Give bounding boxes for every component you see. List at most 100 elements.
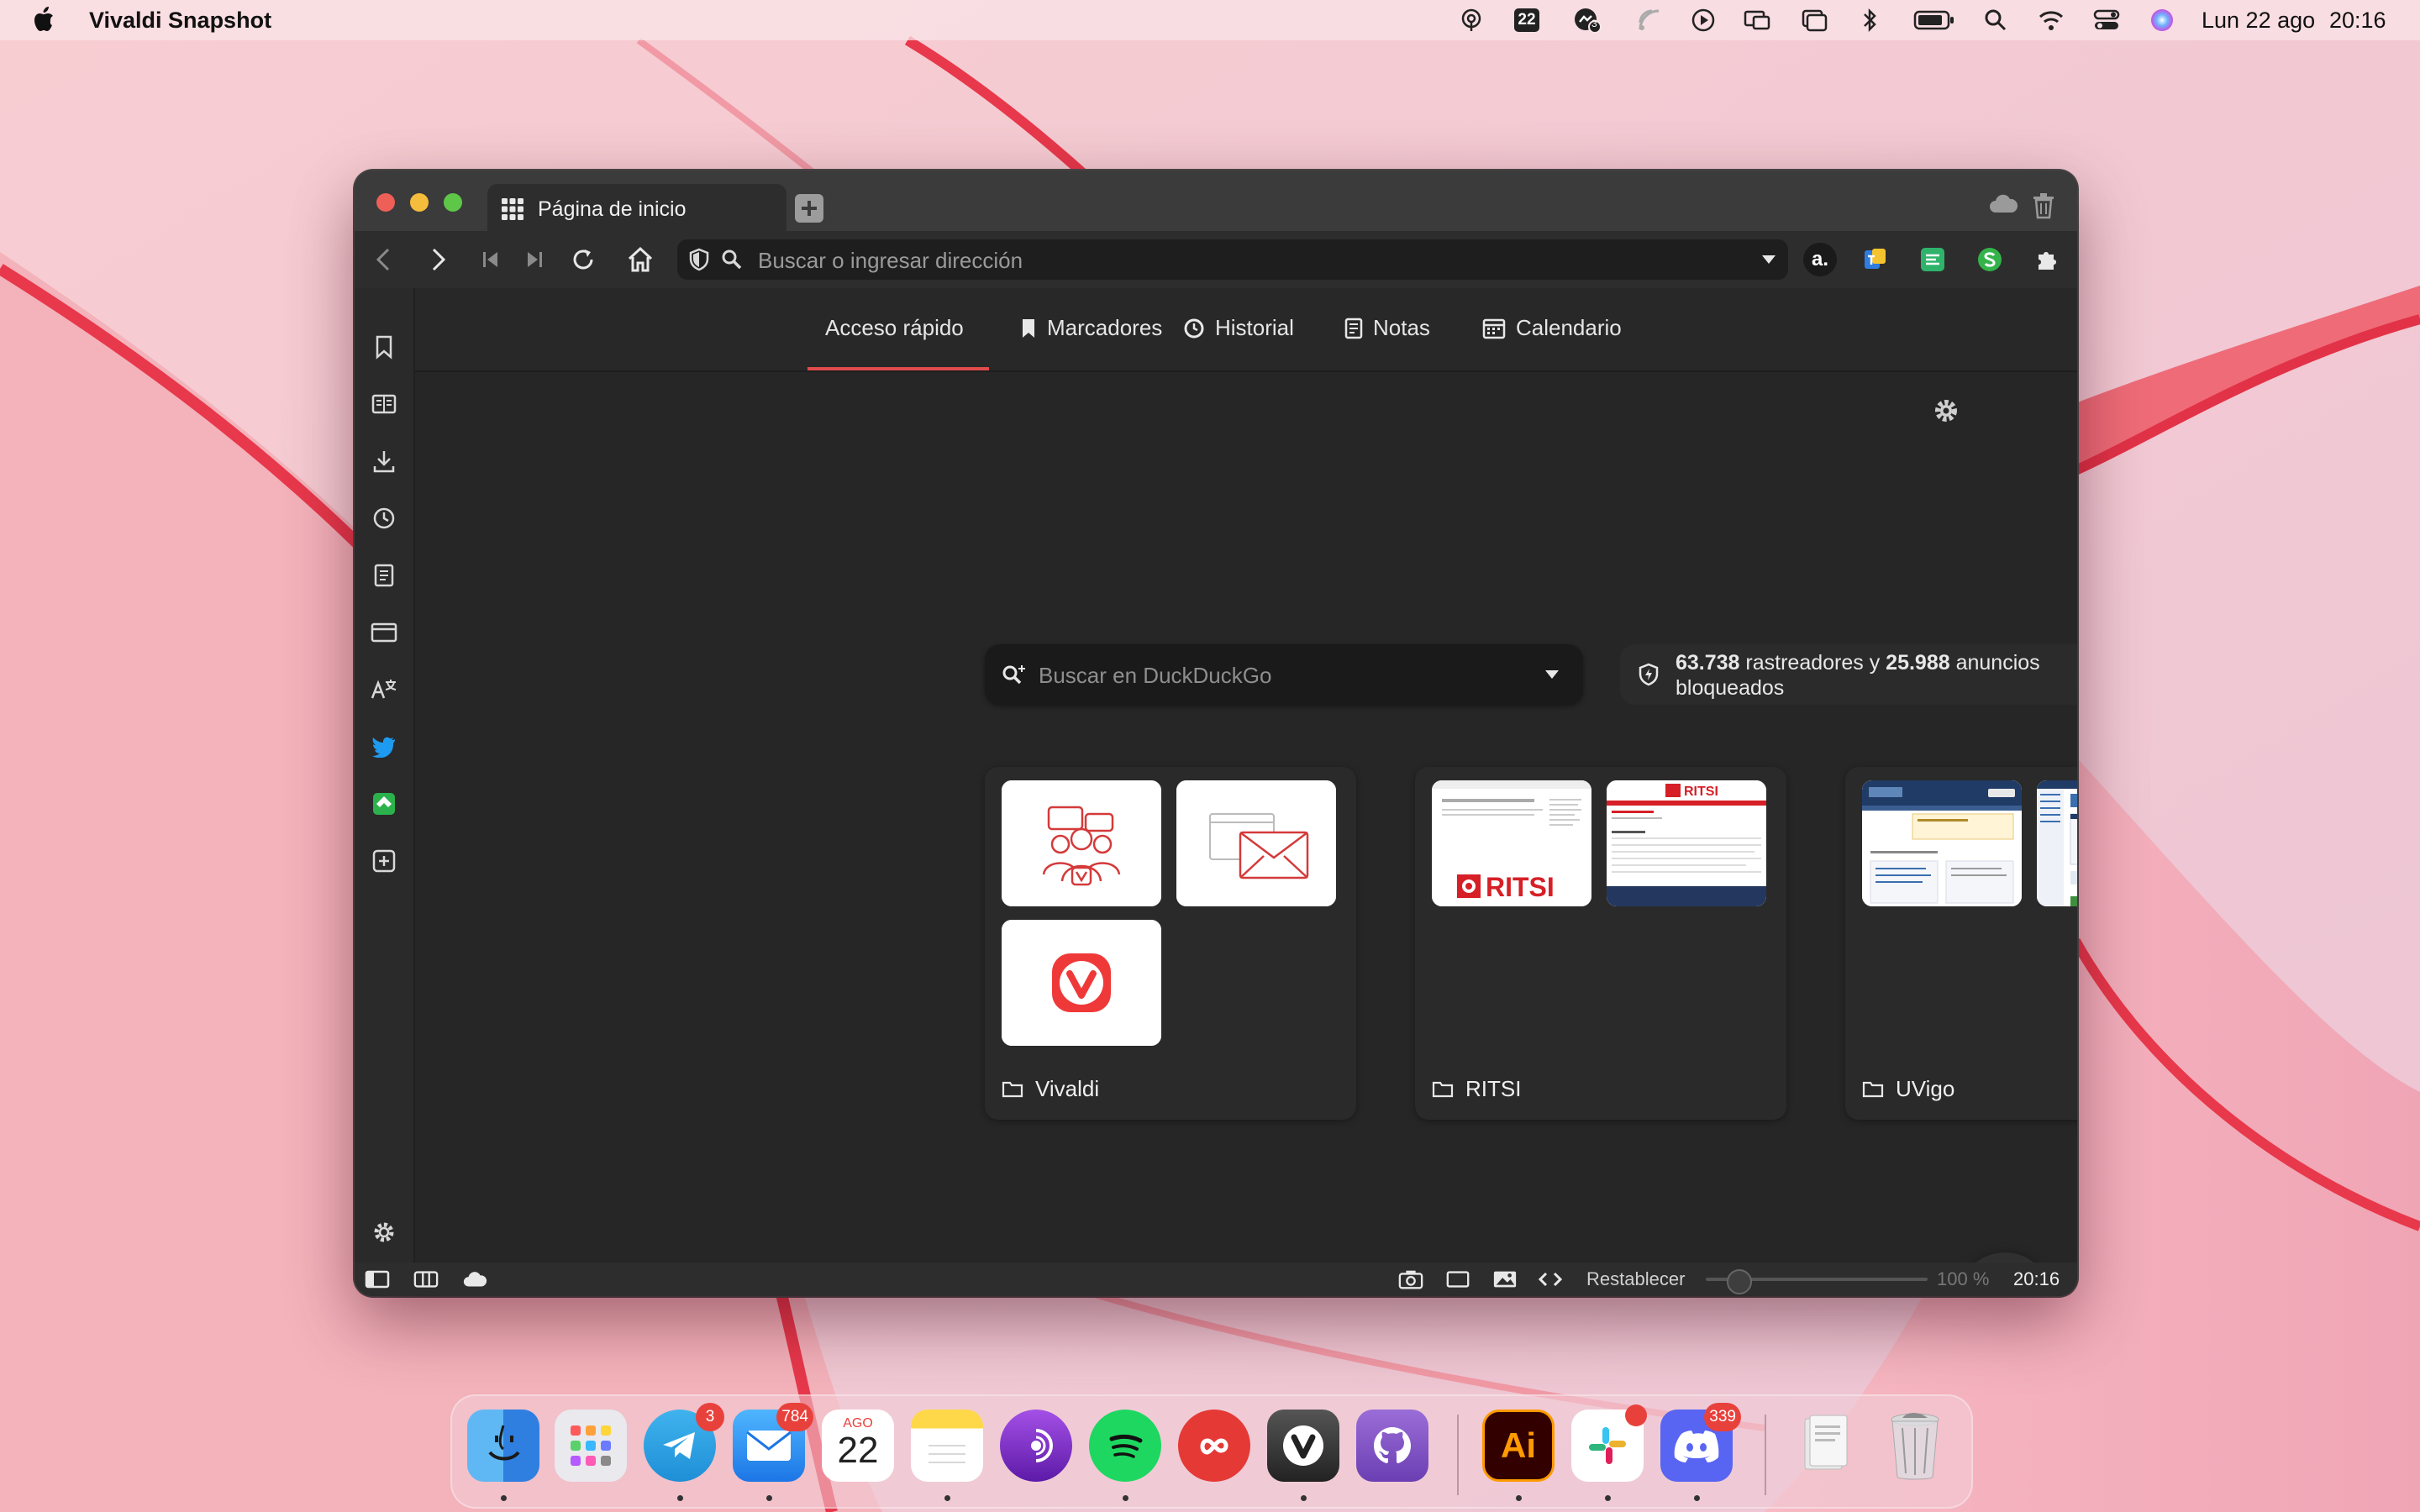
close-window-button[interactable] bbox=[376, 193, 395, 212]
maximize-window-button[interactable] bbox=[444, 193, 462, 212]
back-button[interactable] bbox=[366, 243, 400, 276]
settings-gear-icon[interactable] bbox=[369, 1217, 399, 1247]
zoom-reset-button[interactable]: Restablecer bbox=[1586, 1268, 1685, 1290]
speed-dial-folder-uvigo[interactable]: UVigo bbox=[1845, 767, 2077, 1120]
windows-icon[interactable] bbox=[1800, 7, 1828, 34]
discord-app-icon[interactable]: 339 bbox=[1660, 1403, 1741, 1482]
home-icon[interactable] bbox=[623, 243, 657, 276]
messenger-icon[interactable]: 3 bbox=[1573, 7, 1602, 34]
notes-app-icon[interactable] bbox=[911, 1410, 983, 1482]
active-app-name[interactable]: Vivaldi Snapshot bbox=[89, 8, 271, 34]
menubar-time[interactable]: 20:16 bbox=[2329, 8, 2386, 34]
bookmarks-panel-icon[interactable] bbox=[369, 332, 399, 362]
speed-dial-folder-vivaldi[interactable]: Vivaldi bbox=[985, 767, 1356, 1120]
reading-list-icon[interactable] bbox=[369, 389, 399, 419]
calendar-app-icon[interactable]: AGO 22 bbox=[822, 1410, 894, 1482]
page-tiling-icon[interactable] bbox=[1445, 1268, 1470, 1291]
history-panel-icon[interactable] bbox=[369, 503, 399, 533]
spotify-app-icon[interactable] bbox=[1089, 1410, 1161, 1482]
tor-browser-app-icon[interactable] bbox=[1000, 1410, 1072, 1482]
notes-panel-icon[interactable] bbox=[369, 560, 399, 591]
address-bar: Buscar o ingresar dirección a. bbox=[355, 231, 2077, 288]
downloads-stack-icon[interactable] bbox=[1790, 1410, 1862, 1482]
green-extension-icon[interactable] bbox=[1916, 243, 1949, 276]
trackers-word: rastreadores y bbox=[1745, 651, 1881, 675]
twitter-panel-icon[interactable] bbox=[369, 732, 399, 762]
tab-calendar-label: Calendario bbox=[1516, 315, 1622, 340]
minimize-window-button[interactable] bbox=[410, 193, 429, 212]
mail-app-icon[interactable]: 784 bbox=[733, 1403, 813, 1482]
search-engine-dropdown-icon[interactable] bbox=[1544, 669, 1560, 680]
spotlight-search-icon[interactable] bbox=[1981, 7, 2010, 34]
vivaldi-app-icon[interactable] bbox=[1267, 1410, 1339, 1482]
closed-tabs-trash-icon[interactable] bbox=[2032, 192, 2055, 219]
tab-calendar[interactable]: Calendario bbox=[1482, 315, 1622, 341]
creative-cloud-app-icon[interactable] bbox=[1178, 1410, 1250, 1482]
sync-status-cloud-icon[interactable] bbox=[462, 1268, 487, 1291]
address-input[interactable]: Buscar o ingresar dirección bbox=[677, 239, 1788, 280]
page-actions-code-icon[interactable] bbox=[1538, 1268, 1563, 1291]
airdrop-status-icon[interactable] bbox=[1457, 7, 1486, 34]
start-page-settings-icon[interactable] bbox=[1933, 397, 1960, 424]
trash-icon[interactable] bbox=[1879, 1410, 1951, 1482]
duckduckgo-search-box[interactable]: Buscar en DuckDuckGo bbox=[985, 644, 1583, 705]
launchpad-app-icon[interactable] bbox=[555, 1410, 627, 1482]
downloads-panel-icon[interactable] bbox=[369, 446, 399, 476]
siri-icon[interactable] bbox=[2148, 7, 2176, 34]
github-desktop-app-icon[interactable] bbox=[1356, 1410, 1428, 1482]
forward-button[interactable] bbox=[422, 243, 455, 276]
apple-icon[interactable] bbox=[30, 5, 55, 34]
sync-cloud-icon[interactable] bbox=[1988, 194, 2018, 214]
s-extension-icon[interactable] bbox=[1973, 243, 2007, 276]
feedly-panel-icon[interactable] bbox=[369, 789, 399, 819]
tab-speed-dial[interactable]: Acceso rápido bbox=[825, 315, 964, 341]
tracker-blocker-stats[interactable]: 63.738 rastreadores y 25.988 anuncios bl… bbox=[1620, 644, 2077, 705]
panel-toggle-icon[interactable] bbox=[365, 1268, 390, 1291]
fast-forward-button[interactable] bbox=[518, 243, 551, 276]
thumbnail-vivaldi-community[interactable] bbox=[1002, 780, 1161, 906]
calendar-menubar-icon[interactable]: 22 bbox=[1512, 7, 1541, 34]
control-center-icon[interactable] bbox=[2092, 7, 2121, 34]
tab-history[interactable]: Historial bbox=[1183, 315, 1294, 341]
bluetooth-icon[interactable] bbox=[1855, 7, 1884, 34]
illustrator-app-icon[interactable]: Ai bbox=[1482, 1410, 1555, 1482]
add-web-panel-icon[interactable] bbox=[369, 846, 399, 876]
extension-a-button[interactable]: a. bbox=[1803, 243, 1837, 276]
battery-icon[interactable] bbox=[1912, 7, 1956, 34]
wifi-sync-icon[interactable] bbox=[1635, 7, 1664, 34]
play-icon[interactable] bbox=[1689, 7, 1718, 34]
slack-app-icon[interactable] bbox=[1571, 1404, 1647, 1482]
thumbnail-uvigo-portal[interactable] bbox=[2037, 780, 2077, 906]
folder-label: RITSI bbox=[1432, 1076, 1521, 1102]
mail-badge: 784 bbox=[776, 1403, 813, 1431]
wifi-icon[interactable] bbox=[2037, 7, 2065, 34]
menubar-date[interactable]: Lun 22 ago bbox=[2202, 8, 2315, 34]
thumbnail-vivaldi-site[interactable] bbox=[1002, 920, 1161, 1046]
image-toggle-icon[interactable] bbox=[1492, 1268, 1518, 1291]
screen-mirror-icon[interactable] bbox=[1743, 7, 1771, 34]
thumbnail-uvigo-faitic[interactable] bbox=[1862, 780, 2022, 906]
shield-icon[interactable] bbox=[689, 248, 709, 271]
thumbnail-vivaldi-mail[interactable] bbox=[1176, 780, 1336, 906]
reload-icon[interactable] bbox=[566, 243, 600, 276]
translate-panel-icon[interactable] bbox=[369, 675, 399, 705]
tab-bookmarks[interactable]: Marcadores bbox=[1020, 315, 1162, 341]
thumbnail-ritsi-home[interactable]: RITSI bbox=[1432, 780, 1591, 906]
tab-start-page[interactable]: Página de inicio bbox=[487, 184, 786, 233]
new-tab-button[interactable] bbox=[795, 194, 823, 223]
macos-dock: 3 784 AGO 22 Ai 339 bbox=[450, 1394, 1973, 1509]
telegram-app-icon[interactable]: 3 bbox=[644, 1403, 724, 1482]
zoom-slider-handle[interactable] bbox=[1726, 1269, 1752, 1294]
tab-tiling-icon[interactable] bbox=[413, 1268, 439, 1291]
address-dropdown-icon[interactable] bbox=[1761, 255, 1776, 265]
speed-dial-folder-ritsi[interactable]: RITSI RITSI RITSI bbox=[1415, 767, 1786, 1120]
finder-app-icon[interactable] bbox=[467, 1410, 539, 1482]
window-panel-icon[interactable] bbox=[369, 617, 399, 648]
screenshot-camera-icon[interactable] bbox=[1398, 1268, 1423, 1291]
extensions-puzzle-icon[interactable] bbox=[2030, 243, 2064, 276]
thumbnail-ritsi-page[interactable]: RITSI bbox=[1607, 780, 1766, 906]
rewind-button[interactable] bbox=[474, 243, 508, 276]
status-clock[interactable]: 20:16 bbox=[2013, 1268, 2060, 1290]
tab-notes[interactable]: Notas bbox=[1344, 315, 1430, 341]
translate-extension-icon[interactable] bbox=[1859, 243, 1892, 276]
